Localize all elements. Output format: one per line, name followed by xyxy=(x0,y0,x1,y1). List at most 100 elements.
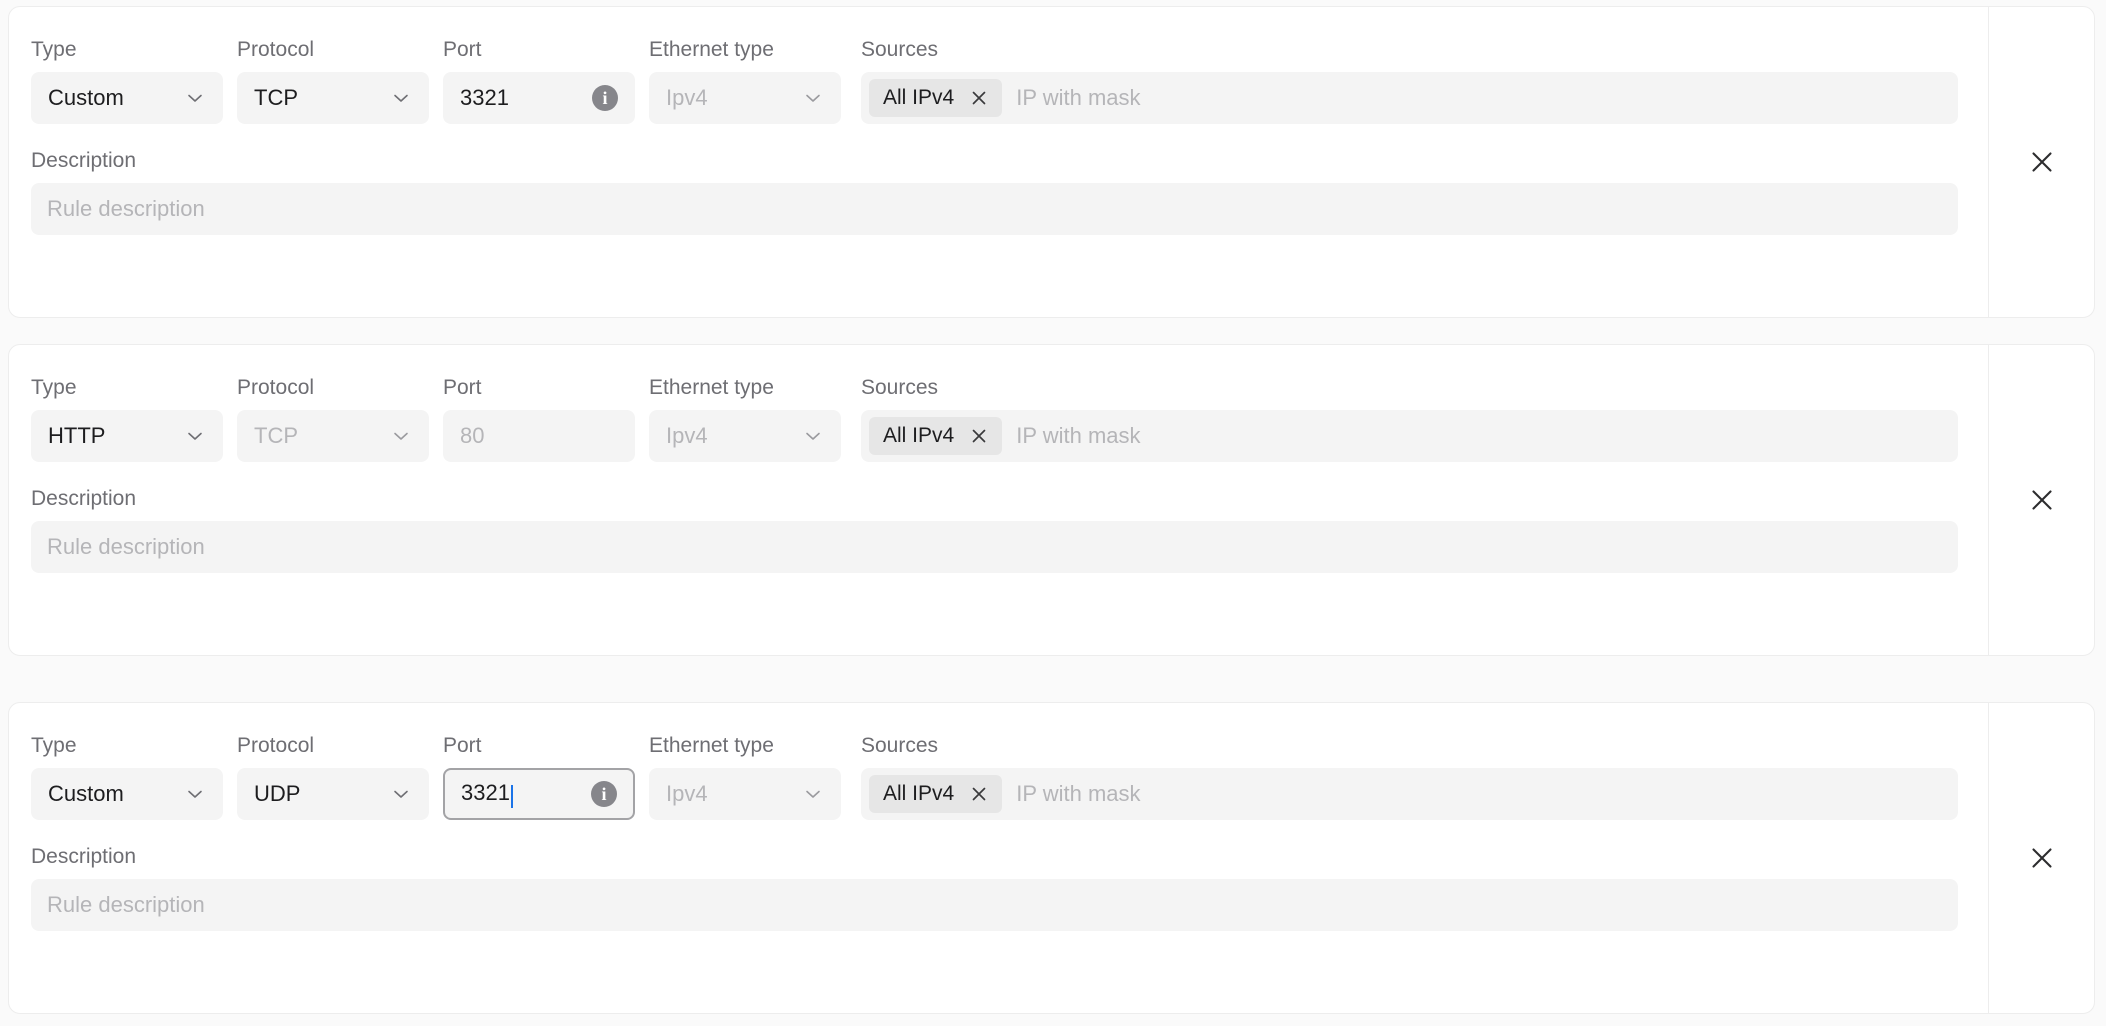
sources-field: Sources All IPv4 IP with mask xyxy=(861,37,1958,124)
description-label: Description xyxy=(31,486,1958,512)
ethernet-type-field: Ethernet type Ipv4 xyxy=(649,733,841,820)
sources-label: Sources xyxy=(861,733,1958,759)
text-caret xyxy=(511,785,513,808)
description-input[interactable]: Rule description xyxy=(31,521,1958,573)
rule-fields: Type Custom Protocol TCP xyxy=(9,7,1988,317)
remove-rule-column xyxy=(1988,7,2094,317)
port-label: Port xyxy=(443,37,635,63)
description-input[interactable]: Rule description xyxy=(31,879,1958,931)
port-value: 3321 xyxy=(461,780,585,807)
security-group-rules-list: Type Custom Protocol TCP xyxy=(0,0,2106,1026)
rule-card: Type HTTP Protocol TCP xyxy=(8,344,2095,656)
source-chip: All IPv4 xyxy=(869,417,1002,455)
type-field: Type HTTP xyxy=(31,375,223,462)
rule-field-row: Type Custom Protocol UDP xyxy=(31,733,1958,820)
description-field: Description Rule description xyxy=(31,486,1958,573)
protocol-field: Protocol TCP xyxy=(237,375,429,462)
info-icon[interactable]: i xyxy=(592,85,618,111)
sources-text-input[interactable]: IP with mask xyxy=(1008,85,1950,111)
protocol-select[interactable]: UDP xyxy=(237,768,429,820)
chevron-down-icon xyxy=(802,783,824,805)
close-icon[interactable] xyxy=(966,781,992,807)
protocol-value: TCP xyxy=(254,423,384,449)
protocol-label: Protocol xyxy=(237,375,429,401)
sources-text-input[interactable]: IP with mask xyxy=(1008,781,1950,807)
close-icon[interactable] xyxy=(966,423,992,449)
source-chip-label: All IPv4 xyxy=(883,86,954,110)
chevron-down-icon xyxy=(390,87,412,109)
port-field: Port 3321 i xyxy=(443,37,635,124)
ethernet-type-value: Ipv4 xyxy=(666,781,796,807)
sources-input[interactable]: All IPv4 IP with mask xyxy=(861,72,1958,124)
chevron-down-icon xyxy=(390,425,412,447)
type-select[interactable]: Custom xyxy=(31,768,223,820)
sources-input[interactable]: All IPv4 IP with mask xyxy=(861,410,1958,462)
rule-field-row: Type HTTP Protocol TCP xyxy=(31,375,1958,462)
chevron-down-icon xyxy=(802,425,824,447)
sources-field: Sources All IPv4 IP with mask xyxy=(861,375,1958,462)
protocol-select[interactable]: TCP xyxy=(237,410,429,462)
type-select[interactable]: Custom xyxy=(31,72,223,124)
rule-field-row: Type Custom Protocol TCP xyxy=(31,37,1958,124)
port-field: Port 80 xyxy=(443,375,635,462)
type-value: Custom xyxy=(48,85,178,111)
port-input[interactable]: 3321 i xyxy=(443,72,635,124)
protocol-value: UDP xyxy=(254,781,384,807)
source-chip-label: All IPv4 xyxy=(883,782,954,806)
protocol-value: TCP xyxy=(254,85,384,111)
ethernet-type-label: Ethernet type xyxy=(649,375,841,401)
protocol-field: Protocol TCP xyxy=(237,37,429,124)
chevron-down-icon xyxy=(184,87,206,109)
remove-rule-column xyxy=(1988,703,2094,1013)
ethernet-type-select[interactable]: Ipv4 xyxy=(649,768,841,820)
remove-rule-column xyxy=(1988,345,2094,655)
rule-fields: Type HTTP Protocol TCP xyxy=(9,345,1988,655)
remove-rule-button[interactable] xyxy=(2020,478,2064,522)
description-label: Description xyxy=(31,844,1958,870)
source-chip-label: All IPv4 xyxy=(883,424,954,448)
type-label: Type xyxy=(31,733,223,759)
port-value: 80 xyxy=(460,423,618,449)
ethernet-type-label: Ethernet type xyxy=(649,37,841,63)
protocol-label: Protocol xyxy=(237,37,429,63)
protocol-label: Protocol xyxy=(237,733,429,759)
type-select[interactable]: HTTP xyxy=(31,410,223,462)
rule-fields: Type Custom Protocol UDP xyxy=(9,703,1988,1013)
sources-label: Sources xyxy=(861,37,1958,63)
type-value: Custom xyxy=(48,781,178,807)
port-input[interactable]: 80 xyxy=(443,410,635,462)
description-field: Description Rule description xyxy=(31,148,1958,235)
sources-input[interactable]: All IPv4 IP with mask xyxy=(861,768,1958,820)
chevron-down-icon xyxy=(802,87,824,109)
port-input[interactable]: 3321 i xyxy=(443,768,635,820)
ethernet-type-field: Ethernet type Ipv4 xyxy=(649,37,841,124)
source-chip: All IPv4 xyxy=(869,775,1002,813)
sources-text-input[interactable]: IP with mask xyxy=(1008,423,1950,449)
ethernet-type-select[interactable]: Ipv4 xyxy=(649,410,841,462)
remove-rule-button[interactable] xyxy=(2020,140,2064,184)
ethernet-type-label: Ethernet type xyxy=(649,733,841,759)
ethernet-type-select[interactable]: Ipv4 xyxy=(649,72,841,124)
type-field: Type Custom xyxy=(31,733,223,820)
description-input[interactable]: Rule description xyxy=(31,183,1958,235)
type-label: Type xyxy=(31,37,223,63)
port-value: 3321 xyxy=(460,85,586,111)
description-label: Description xyxy=(31,148,1958,174)
ethernet-type-value: Ipv4 xyxy=(666,85,796,111)
port-label: Port xyxy=(443,733,635,759)
rule-card: Type Custom Protocol UDP xyxy=(8,702,2095,1014)
ethernet-type-value: Ipv4 xyxy=(666,423,796,449)
sources-field: Sources All IPv4 IP with mask xyxy=(861,733,1958,820)
type-value: HTTP xyxy=(48,423,178,449)
protocol-field: Protocol UDP xyxy=(237,733,429,820)
sources-label: Sources xyxy=(861,375,1958,401)
close-icon[interactable] xyxy=(966,85,992,111)
protocol-select[interactable]: TCP xyxy=(237,72,429,124)
chevron-down-icon xyxy=(184,425,206,447)
remove-rule-button[interactable] xyxy=(2020,836,2064,880)
rule-card: Type Custom Protocol TCP xyxy=(8,6,2095,318)
port-label: Port xyxy=(443,375,635,401)
chevron-down-icon xyxy=(184,783,206,805)
ethernet-type-field: Ethernet type Ipv4 xyxy=(649,375,841,462)
info-icon[interactable]: i xyxy=(591,781,617,807)
